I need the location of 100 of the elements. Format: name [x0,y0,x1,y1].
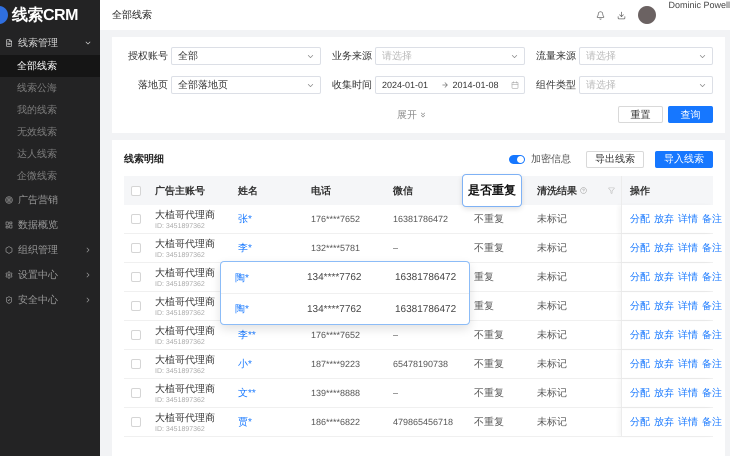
action-link[interactable]: 备注 [702,415,722,429]
column-header: 电话 [311,184,331,198]
filter-label: 授权账号 [127,50,168,63]
checkbox[interactable] [131,417,141,427]
checkbox[interactable] [131,301,141,311]
nav-subitem[interactable]: 达人线索 [0,143,100,165]
date-range-field[interactable]: 2024-01-01 2014-01-08 [375,76,525,94]
download-icon[interactable] [617,10,626,20]
nav-item[interactable]: 广告营销 [0,187,100,212]
search-button[interactable]: 查询 [668,106,713,123]
table-cell-text: 186****6822 [311,417,362,427]
user-name: Dominic Powell [668,0,730,10]
help-icon[interactable] [580,187,587,194]
document-icon [5,38,13,46]
nav-subitem[interactable]: 线索公海 [0,77,100,99]
action-link[interactable]: 详情 [678,357,698,371]
action-link[interactable]: 备注 [702,386,722,400]
action-link[interactable]: 分配 [630,386,650,400]
name-link[interactable]: 陶* [235,270,307,284]
account-name: 大植哥代理商 [155,382,216,396]
action-link[interactable]: 放弃 [654,357,674,371]
nav-item[interactable]: 安全中心 [0,287,100,312]
name-link[interactable]: 李** [238,328,311,342]
export-button[interactable]: 导出线索 [586,150,644,168]
page-title: 全部线索 [112,8,153,22]
table-cell-text: – [393,388,400,398]
name-link[interactable]: 张* [238,212,311,226]
checkbox[interactable] [131,388,141,398]
name-link[interactable]: 文** [238,386,311,400]
action-link[interactable]: 分配 [630,328,650,342]
name-link[interactable]: 陶* [235,302,307,316]
table-cell-text: 重复 [474,270,495,284]
filter-icon[interactable] [608,187,615,194]
action-link[interactable]: 备注 [702,357,722,371]
toggle-switch[interactable] [509,154,525,164]
action-link[interactable]: 分配 [630,270,650,284]
action-link[interactable]: 详情 [678,328,698,342]
table-cell-text: 未标记 [537,328,568,342]
column-header: 清洗结果 [537,184,577,198]
action-link[interactable]: 分配 [630,357,650,371]
checkbox[interactable] [131,272,141,282]
dashboard-icon [5,220,13,228]
action-link[interactable]: 备注 [702,241,722,255]
action-link[interactable]: 分配 [630,212,650,226]
column-header: 广告主账号 [155,184,205,198]
action-link[interactable]: 放弃 [654,415,674,429]
action-link[interactable]: 详情 [678,415,698,429]
reset-button[interactable]: 重置 [618,106,663,123]
action-link[interactable]: 详情 [678,386,698,400]
action-link[interactable]: 详情 [678,241,698,255]
nav-item[interactable]: 设置中心 [0,262,100,287]
avatar[interactable] [638,6,656,24]
checkbox[interactable] [131,214,141,224]
nav-subitem[interactable]: 我的线索 [0,99,100,121]
action-link[interactable]: 放弃 [654,270,674,284]
action-link[interactable]: 分配 [630,415,650,429]
action-link[interactable]: 详情 [678,212,698,226]
table-cell-text: 不重复 [474,242,505,255]
action-link[interactable]: 放弃 [654,386,674,400]
table-cell-text: 16381786472 [395,304,458,314]
checkbox[interactable] [131,186,141,196]
action-link[interactable]: 详情 [678,270,698,284]
action-link[interactable]: 分配 [630,299,650,313]
action-link[interactable]: 详情 [678,299,698,313]
action-link[interactable]: 放弃 [654,299,674,313]
table-cell-text: 176****7652 [311,330,362,340]
name-link[interactable]: 小* [238,357,311,371]
logo-text: 线索CRM [12,5,78,26]
nav-item[interactable]: 组织管理 [0,237,100,262]
name-link[interactable]: 贾* [238,415,311,429]
bell-icon[interactable] [596,10,606,20]
action-link[interactable]: 备注 [702,212,722,226]
action-link[interactable]: 放弃 [654,328,674,342]
nav-item[interactable]: 数据概览 [0,212,100,237]
action-link[interactable]: 备注 [702,299,722,313]
chevron-right-icon [84,270,92,278]
action-link[interactable]: 备注 [702,270,722,284]
action-link[interactable]: 放弃 [654,241,674,255]
select-field[interactable]: 全部落地页 [171,76,321,94]
hexagon-icon [5,246,13,254]
account-name: 大植哥代理商 [155,324,216,338]
nav-item[interactable]: 线索管理 [0,30,100,55]
filter-label: 流量来源 [535,50,576,63]
chevron-right-icon [84,246,92,254]
nav-subitem[interactable]: 全部线索 [0,55,100,77]
nav-subitem[interactable]: 无效线索 [0,121,100,143]
import-button[interactable]: 导入线索 [655,150,713,168]
checkbox[interactable] [131,359,141,369]
action-link[interactable]: 分配 [630,241,650,255]
action-link[interactable]: 放弃 [654,212,674,226]
table-cell-text: – [393,243,400,253]
checkbox[interactable] [131,330,141,340]
select-field[interactable]: 全部 [171,47,321,65]
action-link[interactable]: 备注 [702,328,722,342]
filter-label: 业务来源 [331,50,372,63]
section-title: 线索明细 [124,152,165,166]
expand-link[interactable]: 展开 [397,108,427,122]
nav-subitem[interactable]: 企微线索 [0,165,100,187]
checkbox[interactable] [131,243,141,253]
name-link[interactable]: 李* [238,241,311,255]
